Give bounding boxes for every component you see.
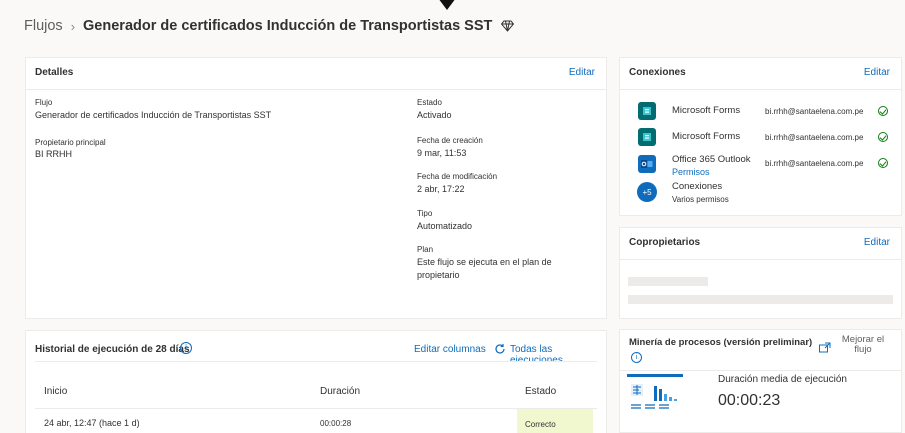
flow-value: Generador de certificados Inducción de T… <box>35 110 272 120</box>
loading-placeholder <box>628 277 708 286</box>
connection-name: Conexiones <box>672 181 723 192</box>
status-label: Estado <box>417 98 442 107</box>
column-header-status[interactable]: Estado <box>525 386 556 397</box>
check-circle-icon <box>878 132 888 142</box>
info-icon[interactable]: i <box>180 342 192 354</box>
connections-card: Conexiones Editar Microsoft Forms bi.rrh… <box>619 57 902 216</box>
coowners-title: Copropietarios <box>629 237 701 248</box>
improve-flow-line2: flujo <box>854 344 872 355</box>
run-duration: 00:00:28 <box>320 419 352 428</box>
breadcrumb-separator: › <box>70 18 76 34</box>
edit-columns-link[interactable]: Editar columnas <box>414 344 486 355</box>
created-value: 9 mar, 11:53 <box>417 148 467 158</box>
plan-line2: propietario <box>417 270 460 280</box>
column-header-start[interactable]: Inicio <box>44 386 67 397</box>
refresh-icon[interactable] <box>494 342 506 360</box>
coowners-edit-link[interactable]: Editar <box>864 237 890 248</box>
avg-duration-value: 00:00:23 <box>718 392 781 409</box>
avg-duration-label: Duración media de ejecución <box>718 374 847 385</box>
owner-value: BI RRHH <box>35 149 73 159</box>
connections-title: Conexiones <box>629 67 686 78</box>
connection-name: Office 365 Outlook <box>672 154 751 165</box>
coowners-card: Copropietarios Editar <box>619 227 902 319</box>
connection-email: bi.rrhh@santaelena.com.pe <box>765 133 864 142</box>
connections-header: Conexiones Editar <box>620 58 901 90</box>
info-icon[interactable]: i <box>631 352 642 363</box>
diamond-icon <box>501 20 515 32</box>
connection-email: bi.rrhh@santaelena.com.pe <box>765 107 864 116</box>
process-mining-title: Minería de procesos (versión preliminar) <box>629 337 813 348</box>
created-label: Fecha de creación <box>417 136 483 145</box>
loading-placeholder <box>628 295 893 304</box>
details-title: Detalles <box>35 67 74 78</box>
modified-value: 2 abr, 17:22 <box>417 184 465 194</box>
process-mining-card: Minería de procesos (versión preliminar)… <box>619 329 902 433</box>
modified-label: Fecha de modificación <box>417 172 498 181</box>
coowners-header: Copropietarios Editar <box>620 228 901 260</box>
run-history-table: Inicio Duración Estado 24 abr, 12:47 (ha… <box>35 361 597 433</box>
details-edit-link[interactable]: Editar <box>569 67 595 78</box>
connection-name: Microsoft Forms <box>672 105 741 116</box>
breadcrumb: Flujos › Generador de certificados Induc… <box>24 18 515 34</box>
run-history-title: Historial de ejecución de 28 días <box>35 344 190 355</box>
owner-label: Propietario principal <box>35 138 106 147</box>
page-title: Generador de certificados Inducción de T… <box>83 18 493 34</box>
type-label: Tipo <box>417 209 433 218</box>
run-start: 24 abr, 12:47 (hace 1 d) <box>44 418 140 428</box>
divider <box>620 370 901 371</box>
process-chart-icon <box>627 374 683 417</box>
connection-name: Microsoft Forms <box>672 131 741 142</box>
run-status: Correcto <box>517 409 593 433</box>
more-connections-badge: +5 <box>637 182 657 202</box>
status-value: Activado <box>417 110 452 120</box>
breadcrumb-flows-link[interactable]: Flujos <box>24 18 63 34</box>
flow-label: Flujo <box>35 98 53 107</box>
forms-icon <box>638 128 656 146</box>
check-circle-icon <box>878 158 888 168</box>
details-header: Detalles Editar <box>26 58 606 90</box>
connections-edit-link[interactable]: Editar <box>864 67 890 78</box>
plan-label: Plan <box>417 245 434 254</box>
improve-flow-icon[interactable] <box>819 340 831 358</box>
forms-icon <box>638 102 656 120</box>
connection-email: bi.rrhh@santaelena.com.pe <box>765 159 864 168</box>
window-notch <box>438 0 456 10</box>
improve-flow-link[interactable]: Mejorar el flujo <box>841 335 885 355</box>
details-card: Detalles Editar Flujo Generador de certi… <box>25 57 607 319</box>
column-header-duration[interactable]: Duración <box>320 386 360 397</box>
connection-permissions-link[interactable]: Permisos <box>672 167 710 177</box>
outlook-icon <box>638 155 656 173</box>
check-circle-icon <box>878 106 888 116</box>
plan-line1: Este flujo se ejecuta en el plan de <box>417 257 552 267</box>
type-value: Automatizado <box>417 221 473 231</box>
run-history-card: Historial de ejecución de 28 días i Edit… <box>25 330 607 433</box>
connection-permissions-text: Varios permisos <box>672 195 729 204</box>
table-divider <box>35 408 597 409</box>
